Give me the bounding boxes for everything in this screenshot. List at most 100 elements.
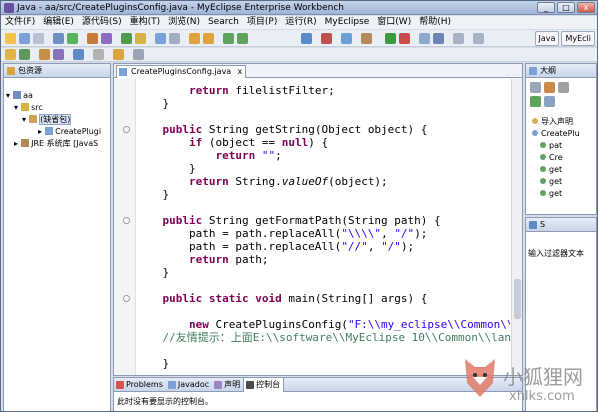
menu-source[interactable]: 源代码(S) <box>78 16 126 29</box>
menu-myeclipse[interactable]: MyEclipse <box>321 16 374 29</box>
code-line[interactable]: new CreatePluginsConfig("F:\\my_eclipse\… <box>136 319 510 331</box>
tree-item-src[interactable]: ▾ src <box>6 102 101 114</box>
deploy-icon[interactable] <box>67 33 78 44</box>
editor-tab[interactable]: CreatePluginsConfig.java x <box>116 65 247 78</box>
new-wizard-icon[interactable] <box>5 49 16 60</box>
stop-icon[interactable] <box>321 33 332 44</box>
menu-help[interactable]: 帮助(H) <box>415 16 455 29</box>
side-view-tab[interactable]: S <box>526 218 596 232</box>
code-line[interactable]: path = path.replaceAll("\\\\", "/"); <box>136 228 427 240</box>
hide-nonpublic-icon[interactable] <box>530 96 541 107</box>
fold-marker-icon[interactable] <box>123 217 130 224</box>
code-line[interactable]: return String.valueOf(object); <box>136 176 388 188</box>
build-icon[interactable] <box>19 49 30 60</box>
open-type-icon[interactable] <box>155 33 166 44</box>
fold-marker-icon[interactable] <box>123 295 130 302</box>
debug-icon[interactable] <box>135 33 146 44</box>
tree-item-java-file[interactable]: ▸ CreatePlugi <box>6 126 101 138</box>
open-perspective-icon[interactable] <box>453 33 464 44</box>
sort-icon[interactable] <box>530 82 541 93</box>
package-icon[interactable] <box>361 33 372 44</box>
run-icon[interactable] <box>121 33 132 44</box>
outline-item[interactable]: get <box>528 164 580 176</box>
menu-run[interactable]: 运行(R) <box>281 16 320 29</box>
code-line[interactable]: return path; <box>136 254 269 266</box>
code-line[interactable]: } <box>136 98 169 110</box>
database-icon[interactable] <box>101 33 112 44</box>
last-edit-icon[interactable] <box>113 49 124 60</box>
tree-item-project[interactable]: ▾ aa <box>6 90 101 102</box>
tab-javadoc[interactable]: Javadoc <box>166 378 212 392</box>
run-last-icon[interactable] <box>385 33 396 44</box>
tab-console[interactable]: 控制台 <box>243 378 285 392</box>
code-line[interactable]: } <box>136 267 169 279</box>
new-icon[interactable] <box>5 33 16 44</box>
code-editor[interactable]: CreatePluginsConfig.java x return fileli… <box>113 63 523 376</box>
menu-edit[interactable]: 编辑(E) <box>39 16 78 29</box>
menu-refactor[interactable]: 重构(T) <box>126 16 165 29</box>
code-line[interactable]: public String getString(Object object) { <box>136 124 428 136</box>
filter-input[interactable]: 输入过滤器文本 <box>528 248 584 259</box>
outline-icon[interactable] <box>73 49 84 60</box>
outline-item[interactable]: pat <box>528 140 580 152</box>
code-line[interactable]: public String getFormatPath(String path)… <box>136 215 441 227</box>
tab-problems[interactable]: Problems <box>114 378 166 392</box>
perspective-myeclipse[interactable]: MyEcli <box>561 31 595 46</box>
code-line[interactable]: path = path.replaceAll("//", "/"); <box>136 241 414 253</box>
back-icon[interactable] <box>223 33 234 44</box>
outline-tab[interactable]: 大纲 <box>526 64 596 78</box>
annotation-next-icon[interactable] <box>189 33 200 44</box>
code-line[interactable]: return ""; <box>136 150 281 162</box>
perspective-java[interactable]: Java <box>534 31 560 46</box>
ant-icon[interactable] <box>87 33 98 44</box>
new-class-icon[interactable] <box>419 33 430 44</box>
toggle-mark-icon[interactable] <box>93 49 104 60</box>
menu-search[interactable]: Search <box>204 16 243 29</box>
fold-marker-icon[interactable] <box>123 126 130 133</box>
code-line[interactable]: } <box>136 358 169 370</box>
code-line[interactable]: public static void main(String[] args) { <box>136 293 428 305</box>
outline-item[interactable]: Cre <box>528 152 580 164</box>
code-line[interactable]: } <box>136 163 196 175</box>
server-icon[interactable] <box>53 33 64 44</box>
maximize-button[interactable]: □ <box>557 2 575 13</box>
tomcat-icon[interactable] <box>53 49 64 60</box>
pin-icon[interactable] <box>133 49 144 60</box>
outline-item[interactable]: get <box>528 176 580 188</box>
search-icon[interactable] <box>169 33 180 44</box>
save-icon[interactable] <box>19 33 30 44</box>
tree-item-jre[interactable]: ▸ JRE 系统库 [JavaS <box>6 138 101 150</box>
code-line[interactable]: //友情提示：上面E:\\software\\MyEclipse 10\\Com… <box>136 332 511 344</box>
menu-project[interactable]: 项目(P) <box>243 16 281 29</box>
menu-file[interactable]: 文件(F) <box>1 16 39 29</box>
tree-item-default-package[interactable]: ▾ (缺省包) <box>6 114 101 126</box>
outline-item[interactable]: get <box>528 188 580 200</box>
code-area[interactable]: return filelistFilter; } public String g… <box>136 79 510 375</box>
minimize-button[interactable]: _ <box>537 2 555 13</box>
toggle-icon[interactable] <box>473 33 484 44</box>
new-package-icon[interactable] <box>433 33 444 44</box>
hide-fields-icon[interactable] <box>544 82 555 93</box>
code-line[interactable]: } <box>136 189 169 201</box>
tab-declaration[interactable]: 声明 <box>212 378 243 392</box>
package-explorer-tab[interactable]: 包资源 <box>4 64 110 78</box>
hide-static-icon[interactable] <box>558 82 569 93</box>
outline-item[interactable]: CreatePlu <box>528 128 580 140</box>
link-editor-icon[interactable] <box>544 96 555 107</box>
close-button[interactable]: x <box>577 2 595 13</box>
web-icon[interactable] <box>301 33 312 44</box>
print-icon[interactable] <box>33 33 44 44</box>
external-tools-icon[interactable] <box>399 33 410 44</box>
refresh-icon[interactable] <box>341 33 352 44</box>
editor-scrollbar[interactable] <box>511 79 522 375</box>
scroll-thumb[interactable] <box>514 279 521 319</box>
menu-navigate[interactable]: 浏览(N) <box>164 16 204 29</box>
code-line[interactable]: return filelistFilter; <box>136 85 335 97</box>
annotation-prev-icon[interactable] <box>203 33 214 44</box>
editor-tab-close-icon[interactable]: x <box>237 66 242 78</box>
menu-window[interactable]: 窗口(W) <box>373 16 415 29</box>
outline-item[interactable]: 导入声明 <box>528 116 580 128</box>
jar-icon[interactable] <box>39 49 50 60</box>
code-line[interactable]: if (object == null) { <box>136 137 328 149</box>
forward-icon[interactable] <box>237 33 248 44</box>
